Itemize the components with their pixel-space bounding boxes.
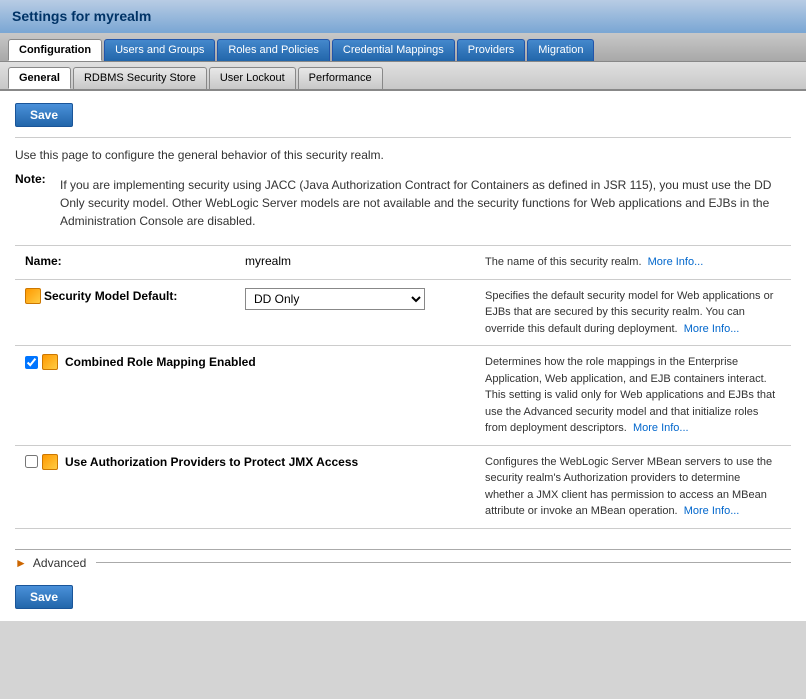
- tab-configuration[interactable]: Configuration: [8, 39, 102, 61]
- auth-provider-desc: Configures the WebLogic Server MBean ser…: [475, 445, 791, 528]
- advanced-arrow-icon[interactable]: ►: [15, 556, 27, 570]
- content-area: Save Use this page to configure the gene…: [0, 91, 806, 621]
- field-name-label: Name:: [15, 246, 235, 280]
- advanced-label: Advanced: [33, 556, 86, 570]
- tab-general[interactable]: General: [8, 67, 71, 89]
- save-button-top[interactable]: Save: [15, 103, 73, 127]
- combined-role-more-info[interactable]: More Info...: [633, 422, 689, 434]
- name-more-info[interactable]: More Info...: [648, 256, 704, 268]
- note-label: Note:: [15, 172, 46, 186]
- security-model-more-info[interactable]: More Info...: [684, 323, 740, 335]
- auth-provider-label[interactable]: Use Authorization Providers to Protect J…: [25, 454, 465, 470]
- table-row: Combined Role Mapping Enabled Determines…: [15, 346, 791, 446]
- tab-users-groups[interactable]: Users and Groups: [104, 39, 215, 61]
- tab-roles-policies[interactable]: Roles and Policies: [217, 39, 330, 61]
- tab-providers[interactable]: Providers: [457, 39, 525, 61]
- advanced-divider: [96, 562, 791, 563]
- advanced-section: ► Advanced: [15, 549, 791, 570]
- tab-rdbms-security[interactable]: RDBMS Security Store: [73, 67, 207, 89]
- combined-role-desc: Determines how the role mappings in the …: [475, 346, 791, 446]
- security-model-value[interactable]: DD Only Advanced Custom Roles Custom Rol…: [235, 279, 475, 346]
- page-title: Settings for myrealm: [0, 0, 806, 33]
- security-model-icon: [25, 288, 41, 304]
- field-name-value: myrealm: [235, 246, 475, 280]
- combined-role-checkbox[interactable]: [25, 356, 38, 369]
- auth-provider-more-info[interactable]: More Info...: [684, 505, 740, 517]
- auth-provider-checkbox[interactable]: [25, 455, 38, 468]
- page-wrapper: Settings for myrealm Configuration Users…: [0, 0, 806, 621]
- tab-migration[interactable]: Migration: [527, 39, 594, 61]
- tab-performance[interactable]: Performance: [298, 67, 383, 89]
- table-row: Name: myrealm The name of this security …: [15, 246, 791, 280]
- table-row: Security Model Default: DD Only Advanced…: [15, 279, 791, 346]
- auth-provider-icon: [42, 454, 58, 470]
- tab-row-1: Configuration Users and Groups Roles and…: [0, 33, 806, 62]
- table-row: Use Authorization Providers to Protect J…: [15, 445, 791, 528]
- security-model-label: Security Model Default:: [15, 279, 235, 346]
- save-button-bottom[interactable]: Save: [15, 585, 73, 609]
- security-model-desc: Specifies the default security model for…: [475, 279, 791, 346]
- combined-role-icon: [42, 354, 58, 370]
- intro-text: Use this page to configure the general b…: [15, 148, 791, 162]
- combined-role-cell: Combined Role Mapping Enabled: [15, 346, 475, 446]
- security-model-dropdown[interactable]: DD Only Advanced Custom Roles Custom Rol…: [245, 288, 425, 310]
- auth-provider-cell: Use Authorization Providers to Protect J…: [15, 445, 475, 528]
- field-name-desc: The name of this security realm. More In…: [475, 246, 791, 280]
- tab-credential-mappings[interactable]: Credential Mappings: [332, 39, 455, 61]
- note-text: If you are implementing security using J…: [60, 176, 791, 230]
- combined-role-label[interactable]: Combined Role Mapping Enabled: [25, 354, 465, 370]
- tab-user-lockout[interactable]: User Lockout: [209, 67, 296, 89]
- config-table: Name: myrealm The name of this security …: [15, 245, 791, 529]
- tab-row-2: General RDBMS Security Store User Lockou…: [0, 62, 806, 91]
